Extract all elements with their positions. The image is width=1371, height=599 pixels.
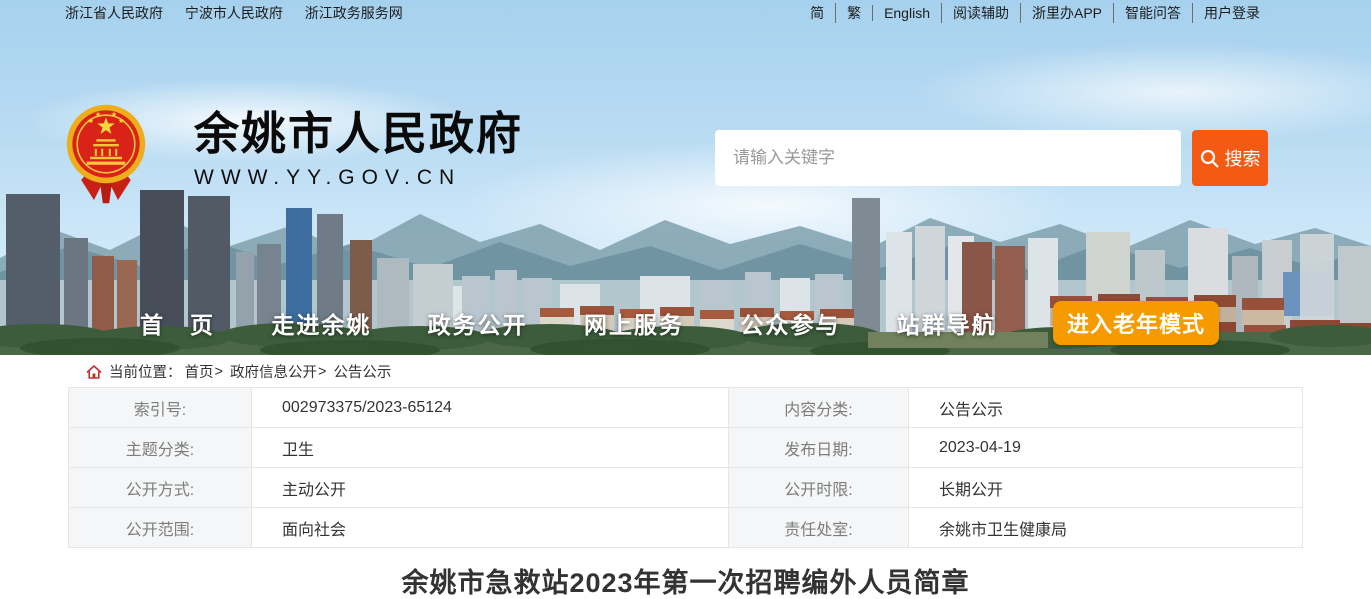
link-ningbo-gov[interactable]: 宁波市人民政府 (185, 5, 283, 21)
utility-bar: 浙江省人民政府 宁波市人民政府 浙江政务服务网 简 繁 English 阅读辅助… (0, 0, 1371, 26)
document-meta-table: 索引号: 002973375/2023-65124 内容分类: 公告公示 主题分… (68, 387, 1303, 548)
home-icon (86, 364, 102, 379)
brand-text: 余姚市人民政府 WWW.YY.GOV.CN (194, 104, 523, 190)
site-title: 余姚市人民政府 (194, 108, 524, 159)
field-value-responsible-office: 余姚市卫生健康局 (908, 507, 1303, 548)
search-button[interactable]: 搜索 (1192, 130, 1268, 186)
site-url: WWW.YY.GOV.CN (194, 166, 462, 190)
link-zhejiang-service[interactable]: 浙江政务服务网 (305, 5, 403, 21)
national-emblem-logo (66, 104, 146, 204)
main-navigation: 首 页 走进余姚 政务公开 网上服务 公众参与 站群导航 进入老年模式 (140, 300, 1219, 346)
field-value-topic-category: 卫生 (251, 427, 729, 468)
user-links: 简 繁 English 阅读辅助 浙里办APP 智能问答 用户登录 (799, 3, 1271, 23)
search-icon (1200, 149, 1218, 167)
table-row: 主题分类: 卫生 发布日期: 2023-04-19 (68, 427, 1303, 468)
field-label-responsible-office: 责任处室: (728, 507, 909, 548)
breadcrumb: 当前位置： 首页 > 政府信息公开 > 公告公示 (0, 357, 1371, 386)
nav-item-online-services[interactable]: 网上服务 (584, 306, 684, 340)
field-value-disclosure-method: 主动公开 (251, 467, 729, 508)
nav-item-public-participation[interactable]: 公众参与 (740, 306, 840, 340)
table-row: 公开范围: 面向社会 责任处室: 余姚市卫生健康局 (68, 507, 1303, 548)
field-label-disclosure-scope: 公开范围: (68, 507, 252, 548)
table-row: 公开方式: 主动公开 公开时限: 长期公开 (68, 467, 1303, 508)
breadcrumb-separator: > (317, 363, 327, 380)
search-input[interactable] (715, 130, 1181, 186)
lang-simplified-link[interactable]: 简 (799, 3, 835, 23)
gov-links: 浙江省人民政府 宁波市人民政府 浙江政务服务网 (65, 3, 421, 23)
table-row: 索引号: 002973375/2023-65124 内容分类: 公告公示 (68, 387, 1303, 428)
article-title: 余姚市急救站2023年第一次招聘编外人员简章 (401, 568, 970, 598)
field-label-publish-date: 发布日期: (728, 427, 909, 468)
user-login-link[interactable]: 用户登录 (1192, 3, 1271, 23)
nav-item-home[interactable]: 首 页 (140, 306, 215, 340)
field-value-disclosure-period: 长期公开 (908, 467, 1303, 508)
nav-item-site-group-nav[interactable]: 站群导航 (897, 306, 997, 340)
breadcrumb-home[interactable]: 首页 (185, 361, 214, 382)
site-brand[interactable]: 余姚市人民政府 WWW.YY.GOV.CN (66, 104, 523, 208)
field-label-content-category: 内容分类: (728, 387, 909, 428)
field-label-index-no: 索引号: (68, 387, 252, 428)
field-value-index-no: 002973375/2023-65124 (251, 387, 729, 428)
breadcrumb-separator: > (214, 363, 223, 380)
reading-assist-link[interactable]: 阅读辅助 (940, 3, 1020, 23)
field-value-publish-date: 2023-04-19 (908, 427, 1303, 468)
nav-item-about-yuyao[interactable]: 走进余姚 (271, 306, 371, 340)
field-value-disclosure-scope: 面向社会 (251, 507, 729, 548)
field-label-disclosure-method: 公开方式: (68, 467, 252, 508)
zheliban-app-link[interactable]: 浙里办APP (1019, 3, 1113, 23)
elder-mode-button[interactable]: 进入老年模式 (1052, 301, 1219, 345)
lang-traditional-link[interactable]: 繁 (835, 3, 872, 23)
breadcrumb-announcements[interactable]: 公告公示 (333, 361, 391, 382)
search-button-label: 搜索 (1224, 149, 1261, 169)
breadcrumb-prefix: 当前位置： (109, 365, 182, 381)
link-zhejiang-gov[interactable]: 浙江省人民政府 (65, 5, 163, 21)
site-banner: 浙江省人民政府 宁波市人民政府 浙江政务服务网 简 繁 English 阅读辅助… (0, 0, 1371, 355)
page: 浙江省人民政府 宁波市人民政府 浙江政务服务网 简 繁 English 阅读辅助… (0, 0, 1371, 599)
smart-qa-link[interactable]: 智能问答 (1113, 3, 1192, 23)
lang-english-link[interactable]: English (872, 5, 941, 21)
breadcrumb-gov-info[interactable]: 政府信息公开 (230, 361, 317, 382)
field-label-topic-category: 主题分类: (68, 427, 252, 468)
field-value-content-category: 公告公示 (908, 387, 1303, 428)
field-label-disclosure-period: 公开时限: (728, 467, 909, 508)
search-area: 搜索 (715, 130, 1268, 186)
nav-item-gov-disclosure[interactable]: 政务公开 (428, 306, 528, 340)
